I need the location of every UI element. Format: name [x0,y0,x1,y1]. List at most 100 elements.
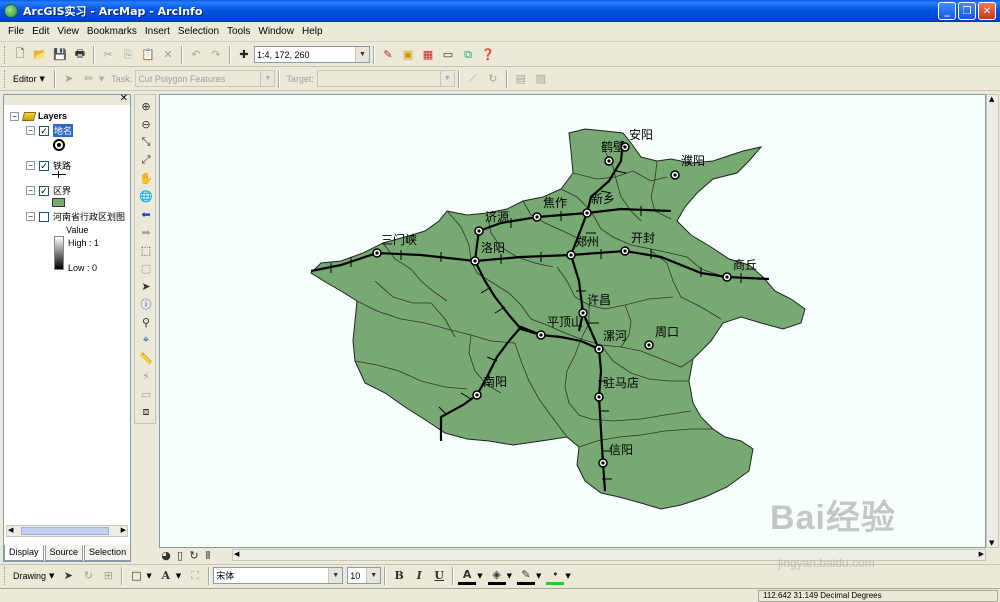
chevron-down-icon[interactable]: ▼ [328,568,343,583]
paste-icon[interactable]: 📋 [139,46,157,64]
identify-icon[interactable]: ⓘ [137,295,155,313]
font-size-combo[interactable]: 10 ▼ [347,567,382,584]
layer-district[interactable]: − ✓ 区界 [26,184,71,197]
rotate-tool-icon[interactable]: ↻ [484,70,502,88]
layer-dimimg[interactable]: − ✓ 地名 [26,124,74,137]
close-icon[interactable]: ✕ [120,93,128,104]
close-button[interactable]: ✕ [978,2,996,20]
menu-tools[interactable]: Tools [223,26,254,37]
arctoolbox-icon[interactable]: ▣ [399,46,417,64]
data-view-icon[interactable]: ◕ [160,546,172,564]
html-popup-icon[interactable]: ▭ [137,385,155,403]
copy-icon[interactable]: ⎘ [119,46,137,64]
select-by-graphics-icon[interactable]: ⬚ [137,241,155,259]
italic-icon[interactable]: I [410,567,428,585]
target-combo[interactable]: ▼ [316,70,455,87]
rotate-icon[interactable]: ↻ [79,567,97,585]
minimize-button[interactable]: _ [938,2,956,20]
zoom-whole-page-icon[interactable]: ⊞ [99,567,117,585]
arcatalog-icon[interactable]: ▦ [419,46,437,64]
attributes-icon[interactable]: ▤ [512,70,530,88]
toc-horizontal-scrollbar[interactable]: ◀ ▶ [6,525,128,537]
collapse-icon[interactable]: − [10,111,19,121]
find-icon[interactable]: ⚲ [137,313,155,331]
menu-selection[interactable]: Selection [174,26,223,37]
menu-bookmarks[interactable]: Bookmarks [83,26,141,37]
menu-file[interactable]: File [4,26,28,37]
edit-tool-icon[interactable]: ➤ [60,70,78,88]
layer-name[interactable]: 区界 [53,184,71,197]
map-scale-combo[interactable]: 1:4, 172, 260 ▼ [254,46,370,63]
model-builder-icon[interactable]: ⧉ [459,46,477,64]
full-extent-icon[interactable]: 🌐 [137,187,155,205]
district-symbol[interactable] [52,198,65,207]
fixed-zoom-in-icon[interactable]: ⤡ [137,133,155,151]
chevron-down-icon[interactable]: ▼ [355,47,369,62]
drawing-menu[interactable]: Drawing [13,571,46,581]
delete-icon[interactable]: ✕ [159,46,177,64]
font-combo[interactable]: 宋体 ▼ [213,567,344,584]
line-color-icon[interactable]: ✎ [516,567,535,585]
go-to-xy-icon[interactable]: ⌖ [137,331,155,349]
layer-visibility-checkbox[interactable]: ✓ [39,185,49,196]
layout-view-icon[interactable]: ▯ [174,546,186,564]
menu-edit[interactable]: Edit [28,26,53,37]
rectangle-icon[interactable]: □ [127,567,145,585]
map-canvas[interactable]: 安阳 鹤壁 濮阳 新乡 焦作 济源 三门峡 洛阳 郑州 开封 商丘 许昌 平顶山 漯河 周口 南阳 驻马店 信阳 [159,94,986,548]
scroll-left-icon[interactable]: ◀ [234,550,239,558]
sketch-properties-icon[interactable]: ▨ [532,70,550,88]
scroll-left-icon[interactable]: ◀ [8,526,13,534]
scroll-up-icon[interactable]: ▲ [989,95,994,103]
fixed-zoom-out-icon[interactable]: ⤢ [137,151,155,169]
editor-menu[interactable]: Editor [13,74,37,84]
select-elements-icon[interactable]: ➤ [137,277,155,295]
whats-this-icon[interactable]: ❓ [479,46,497,64]
clear-selection-icon[interactable]: ▢ [137,259,155,277]
scroll-right-icon[interactable]: ▶ [979,550,984,558]
tab-source[interactable]: Source [44,545,84,561]
time-slider-icon[interactable]: ⧈ [137,403,155,421]
redo-icon[interactable]: ↷ [207,46,225,64]
task-combo[interactable]: Cut Polygon Features ▼ [135,70,276,87]
layers-root[interactable]: − Layers [10,111,67,121]
marker-color-icon[interactable]: • [546,567,565,585]
select-elements-icon[interactable]: ➤ [59,567,77,585]
zoom-in-icon[interactable]: ⊕ [137,97,155,115]
scroll-thumb[interactable] [21,527,109,535]
collapse-icon[interactable]: − [26,212,35,221]
menu-insert[interactable]: Insert [141,26,174,37]
command-line-icon[interactable]: ▭ [439,46,457,64]
new-document-icon[interactable]: 🗋 [11,46,29,64]
layer-name[interactable]: 地名 [53,124,74,137]
chevron-down-icon[interactable]: ▼ [439,71,454,86]
scroll-down-icon[interactable]: ▼ [989,539,994,547]
measure-icon[interactable]: 📏 [137,349,155,367]
menu-view[interactable]: View [53,26,83,37]
collapse-icon[interactable]: − [26,161,35,170]
map-vertical-scrollbar[interactable]: ▲ ▼ [986,94,999,548]
cut-icon[interactable]: ✂ [99,46,117,64]
print-icon[interactable]: 🖶 [71,46,89,64]
pause-drawing-icon[interactable]: Ⅱ [202,546,214,564]
split-tool-icon[interactable]: ⟋ [464,70,482,88]
collapse-icon[interactable]: − [26,186,35,195]
layer-visibility-checkbox[interactable] [39,211,49,222]
back-extent-icon[interactable]: ⬅ [137,205,155,223]
new-text-icon[interactable]: A [157,567,175,585]
bold-icon[interactable]: B [390,567,408,585]
edit-vertices-icon[interactable]: ⛶ [186,567,204,585]
menu-window[interactable]: Window [254,26,298,37]
sketch-tool-icon[interactable]: ✏ [80,70,98,88]
tab-selection[interactable]: Selection [84,545,132,561]
scroll-right-icon[interactable]: ▶ [121,526,126,534]
hyperlink-icon[interactable]: ⚡ [137,367,155,385]
chevron-down-icon[interactable]: ▼ [366,568,381,583]
maximize-button[interactable]: ❐ [958,2,976,20]
font-color-icon[interactable]: A [458,567,477,585]
undo-icon[interactable]: ↶ [187,46,205,64]
layer-admin-map[interactable]: − 河南省行政区划图 [26,210,125,223]
menu-help[interactable]: Help [298,26,327,37]
refresh-icon[interactable]: ↻ [188,546,200,564]
chevron-down-icon[interactable]: ▼ [260,71,275,86]
forward-extent-icon[interactable]: ➡ [137,223,155,241]
